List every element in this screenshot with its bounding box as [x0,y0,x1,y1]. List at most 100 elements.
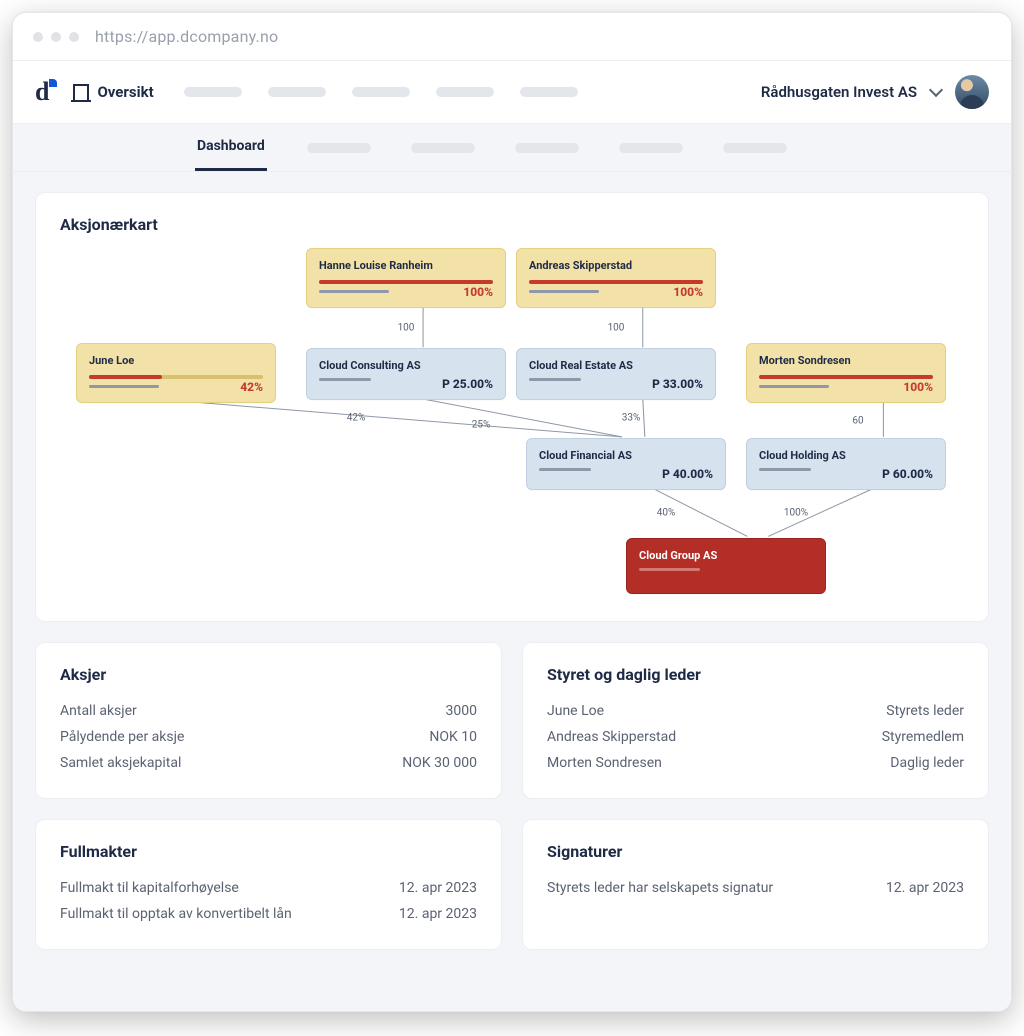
window-dot [69,32,79,42]
node-company-financial[interactable]: Cloud Financial AS P 40.00% [526,438,726,490]
tab-placeholder [515,143,579,153]
node-label: Cloud Group AS [639,549,813,562]
node-label: Cloud Financial AS [539,449,713,462]
subtabs: Dashboard [13,124,1011,172]
edge-label: 100 [608,323,625,334]
board-title: Styret og daglig leder [547,665,964,684]
topbar: d Oversikt Rådhusgaten Invest AS [13,61,1011,124]
node-company-realestate[interactable]: Cloud Real Estate AS P 33.00% [516,348,716,400]
sign-card: Signaturer Styrets leder har selskapets … [522,819,989,950]
kv-value: Styremedlem [882,729,964,745]
node-pct: P 25.00% [442,377,493,391]
edge-label: 40% [657,508,676,519]
edge-label: 33% [622,413,641,424]
url-display: https://app.dcompany.no [95,27,278,46]
node-pct: 100% [903,380,933,394]
shareholder-map-card: Aksjonærkart 100 100 42% 25% 33% 60 [35,192,989,622]
app-window: https://app.dcompany.no d Oversikt Rådhu… [12,12,1012,1012]
nav-oversikt-label: Oversikt [97,83,153,101]
node-person-hanne[interactable]: Hanne Louise Ranheim 100% [306,248,506,308]
kv-row: Styrets leder har selskapets signatur 12.… [547,875,964,901]
kv-row: June Loe Styrets leder [547,698,964,724]
building-icon [73,84,89,100]
nav-placeholder [436,87,494,97]
nav-placeholder [520,87,578,97]
nav-placeholder [184,87,242,97]
avatar[interactable] [955,75,989,109]
tab-placeholder [619,143,683,153]
kv-value: Daglig leder [890,755,964,771]
nav-placeholder [268,87,326,97]
node-pct: P 60.00% [882,467,933,481]
kv-value: Styrets leder [886,703,964,719]
node-pct: P 40.00% [662,467,713,481]
chevron-down-icon[interactable] [929,83,943,97]
kv-value: 12. apr 2023 [399,880,477,896]
node-pct: P 33.00% [652,377,703,391]
poa-card: Fullmakter Fullmakt til kapitalforhøyels… [35,819,502,950]
kv-row: Pålydende per aksje NOK 10 [60,724,477,750]
kv-key: Styrets leder har selskapets signatur [547,880,773,896]
kv-row: Samlet aksjekapital NOK 30 000 [60,750,477,776]
node-person-june[interactable]: June Loe 42% [76,343,276,403]
sign-title: Signaturer [547,842,964,861]
kv-row: Antall aksjer 3000 [60,698,477,724]
shares-title: Aksjer [60,665,477,684]
node-label: Cloud Holding AS [759,449,933,462]
window-dot [33,32,43,42]
kv-key: Samlet aksjekapital [60,755,181,771]
edge-label: 25% [472,420,491,431]
node-company-consulting[interactable]: Cloud Consulting AS P 25.00% [306,348,506,400]
kv-key: Andreas Skipperstad [547,729,676,745]
kv-key: June Loe [547,703,604,719]
kv-key: Pålydende per aksje [60,729,184,745]
edge-label: 100% [784,508,808,519]
nav-oversikt[interactable]: Oversikt [73,83,153,101]
tab-dashboard[interactable]: Dashboard [195,124,267,171]
kv-row: Andreas Skipperstad Styremedlem [547,724,964,750]
node-company-holding[interactable]: Cloud Holding AS P 60.00% [746,438,946,490]
node-label: Morten Sondresen [759,354,933,367]
kv-value: 12. apr 2023 [399,906,477,922]
edge-label: 42% [347,413,366,424]
kv-key: Fullmakt til opptak av konvertibelt lån [60,906,292,922]
kv-value: 12. apr 2023 [886,880,964,896]
kv-value: NOK 30 000 [402,755,477,771]
map-area: 100 100 42% 25% 33% 60 40% 100% Hanne Lo… [36,193,988,621]
kv-value: 3000 [446,703,477,719]
shares-card: Aksjer Antall aksjer 3000 Pålydende per a… [35,642,502,799]
kv-value: NOK 10 [429,729,477,745]
browser-bar: https://app.dcompany.no [13,13,1011,61]
node-pct: 42% [240,380,263,394]
content: Aksjonærkart 100 100 42% 25% 33% 60 [13,172,1011,1011]
node-label: Hanne Louise Ranheim [319,259,493,272]
kv-key: Morten Sondresen [547,755,662,771]
node-person-morten[interactable]: Morten Sondresen 100% [746,343,946,403]
edge-label: 100 [398,323,415,334]
tab-placeholder [411,143,475,153]
node-pct: 100% [673,285,703,299]
window-dot [51,32,61,42]
window-controls [33,32,79,42]
node-label: June Loe [89,354,263,367]
node-label: Andreas Skipperstad [529,259,703,272]
node-label: Cloud Real Estate AS [529,359,703,372]
nav-placeholder [352,87,410,97]
logo[interactable]: d [35,77,55,107]
node-person-andreas[interactable]: Andreas Skipperstad 100% [516,248,716,308]
board-card: Styret og daglig leder June Loe Styrets l… [522,642,989,799]
kv-row: Fullmakt til kapitalforhøyelse12. apr 20… [60,875,477,901]
org-selector-label: Rådhusgaten Invest AS [761,83,917,101]
node-label: Cloud Consulting AS [319,359,493,372]
poa-title: Fullmakter [60,842,477,861]
node-target-group[interactable]: Cloud Group AS [626,538,826,594]
tab-placeholder [307,143,371,153]
tab-placeholder [723,143,787,153]
kv-row: Morten Sondresen Daglig leder [547,750,964,776]
map-edges [36,193,988,621]
kv-key: Antall aksjer [60,703,137,719]
node-pct: 100% [463,285,493,299]
topnav-placeholders [184,87,578,97]
kv-row: Fullmakt til opptak av konvertibelt lån 1… [60,901,477,927]
edge-label: 60 [852,416,863,427]
